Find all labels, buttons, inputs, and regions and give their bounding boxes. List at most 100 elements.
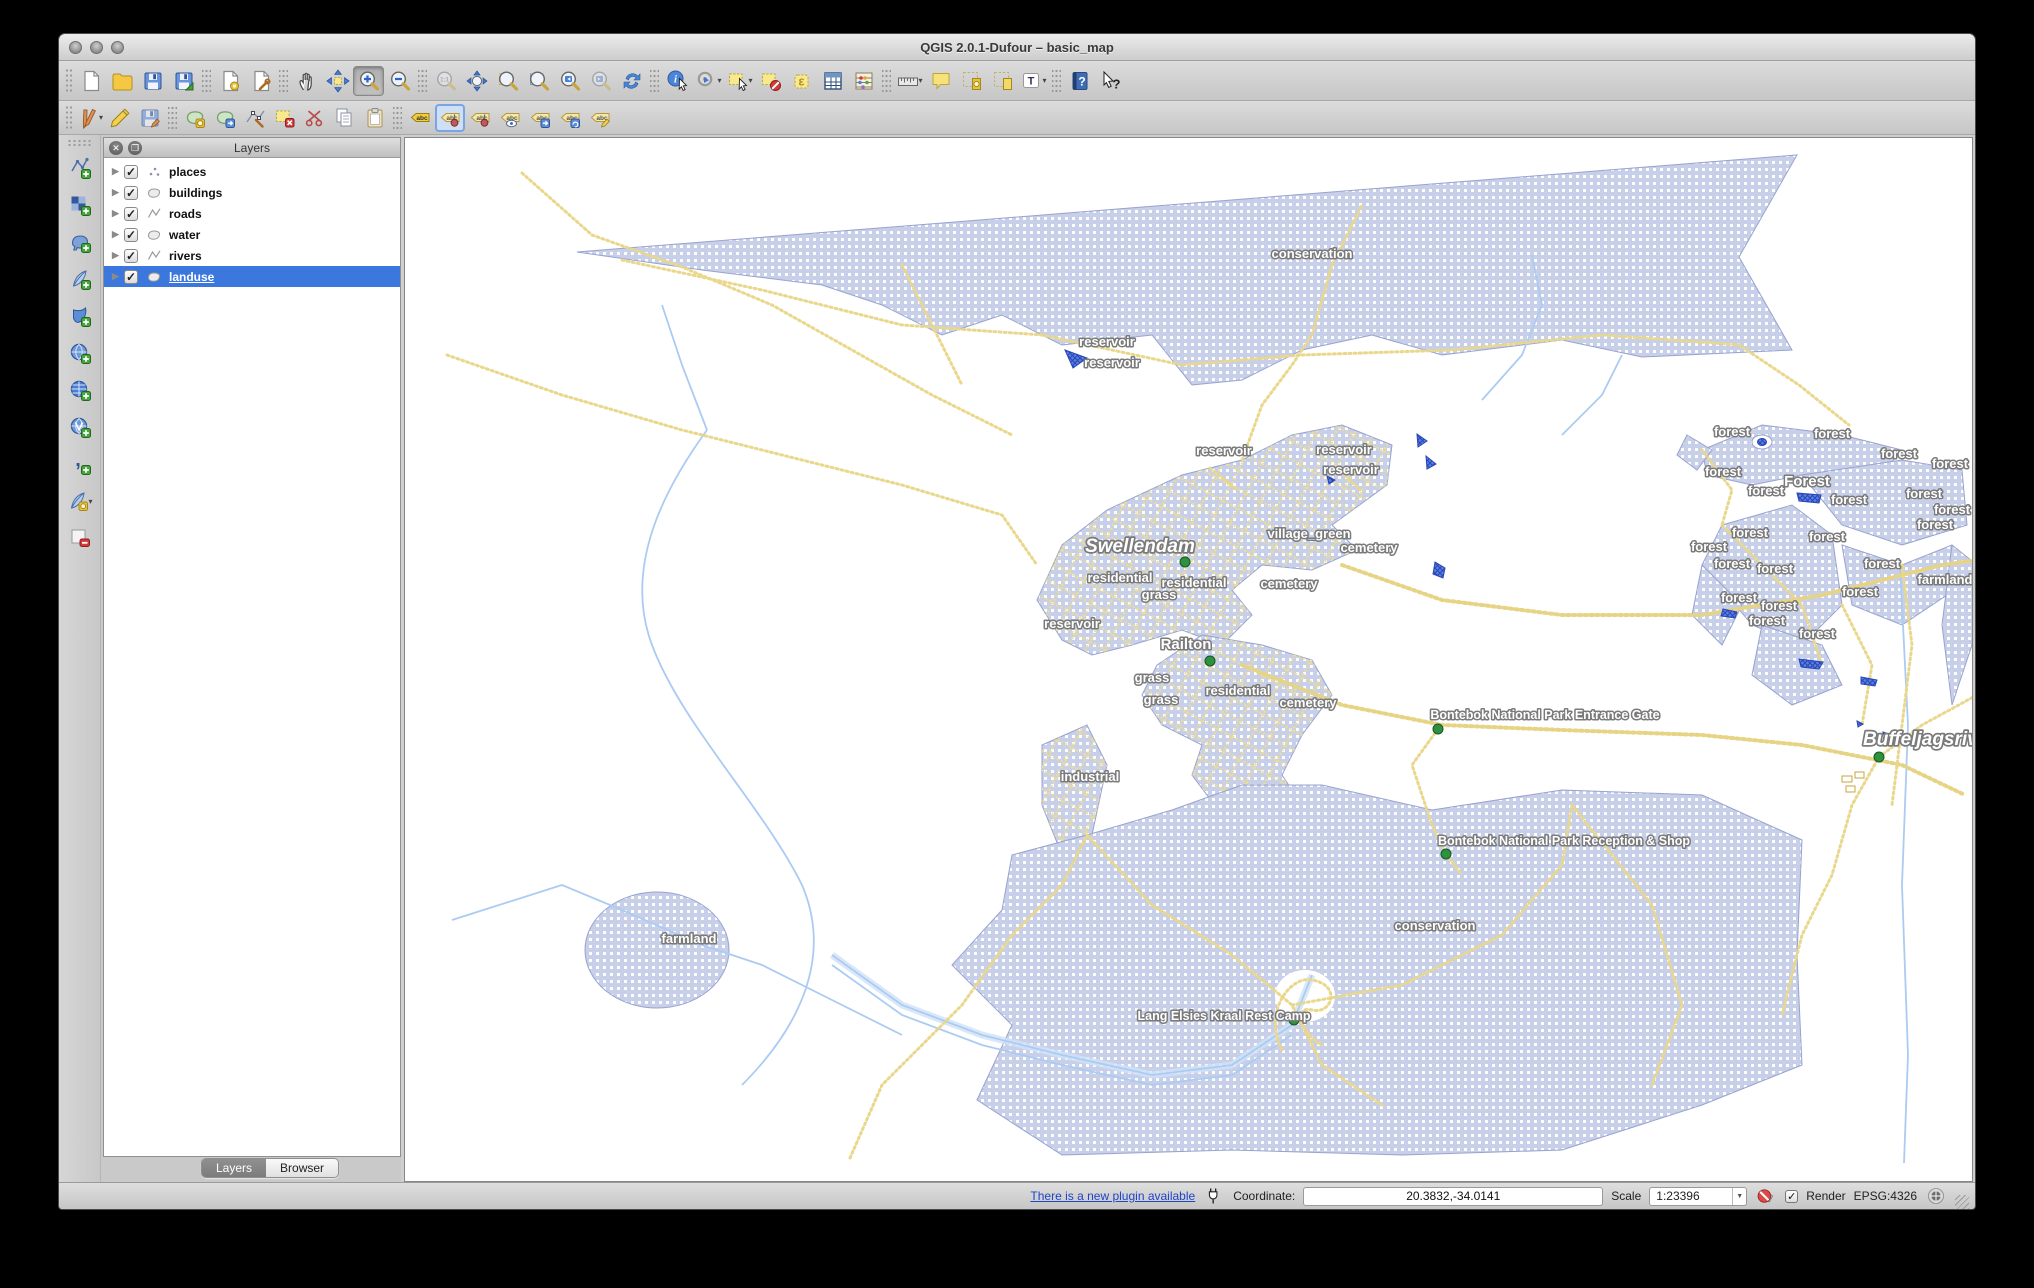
zoom-full-extent-icon — [465, 69, 488, 92]
expand-icon[interactable]: ▶ — [112, 229, 124, 240]
new-bookmark-button[interactable] — [956, 66, 987, 96]
layer-item-water[interactable]: ▶ ✓ water — [104, 224, 400, 245]
chevron-down-icon[interactable]: ▾ — [717, 76, 721, 85]
render-checkbox[interactable]: ✓ — [1785, 1189, 1799, 1203]
map-canvas[interactable]: conservation reservoir reservoir reservoir r… — [404, 137, 1973, 1182]
add-wms-layer-button[interactable] — [64, 337, 96, 369]
zoom-to-selection-button[interactable] — [492, 66, 523, 96]
move-label-button[interactable]: abc — [525, 104, 555, 132]
save-project-button[interactable] — [137, 66, 168, 96]
highlight-pinned-labels-button[interactable]: abc — [465, 104, 495, 132]
add-spatialite-layer-button[interactable] — [64, 263, 96, 295]
layer-visibility-checkbox[interactable]: ✓ — [124, 185, 138, 200]
expand-icon[interactable]: ▶ — [112, 208, 124, 219]
add-wcs-layer-button[interactable] — [64, 374, 96, 406]
expand-icon[interactable]: ▶ — [112, 187, 124, 198]
whats-this-button[interactable]: ? — [1095, 66, 1126, 96]
cut-features-button[interactable] — [300, 104, 330, 132]
delete-selected-button[interactable] — [270, 104, 300, 132]
save-layer-edits-button[interactable] — [135, 104, 165, 132]
labeling-button[interactable]: abc — [405, 104, 435, 132]
paste-features-button[interactable] — [360, 104, 390, 132]
toolbar-handle[interactable] — [66, 139, 93, 147]
add-wfs-layer-button[interactable] — [64, 411, 96, 443]
zoom-to-layer-button[interactable] — [523, 66, 554, 96]
new-print-composer-button[interactable] — [214, 66, 245, 96]
pin-label-button[interactable]: abc — [435, 103, 465, 132]
chevron-down-icon[interactable]: ▾ — [748, 76, 752, 85]
run-feature-action-button[interactable]: ▾ — [693, 66, 724, 96]
select-features-button[interactable]: ▾ — [724, 66, 755, 96]
composer-manager-button[interactable] — [245, 66, 276, 96]
resize-grip[interactable] — [1955, 1195, 1969, 1209]
zoom-out-button[interactable] — [384, 66, 415, 96]
layer-visibility-checkbox[interactable]: ✓ — [124, 227, 138, 242]
scale-combo[interactable]: 1:23396 ▼ — [1649, 1186, 1748, 1206]
current-edits-button[interactable]: ▾ — [75, 104, 105, 132]
add-raster-layer-button[interactable] — [64, 189, 96, 221]
chevron-down-icon[interactable]: ▼ — [1732, 1187, 1746, 1205]
deselect-features-button[interactable] — [755, 66, 786, 96]
identify-features-button[interactable]: i — [662, 66, 693, 96]
text-annotation-button[interactable]: T ▾ — [1018, 66, 1049, 96]
coordinate-input[interactable] — [1303, 1186, 1604, 1206]
plugin-available-link[interactable]: There is a new plugin available — [1030, 1189, 1195, 1203]
add-delimited-text-layer-button[interactable]: , — [64, 448, 96, 480]
expand-icon[interactable]: ▶ — [112, 271, 124, 282]
move-feature-button[interactable] — [210, 104, 240, 132]
layer-visibility-checkbox[interactable]: ✓ — [124, 164, 138, 179]
layer-item-rivers[interactable]: ▶ ✓ rivers — [104, 245, 400, 266]
stop-render-icon[interactable] — [1755, 1185, 1777, 1207]
zoom-actual-size-button[interactable]: 1:1 — [430, 66, 461, 96]
zoom-full-extent-button[interactable] — [461, 66, 492, 96]
layer-item-places[interactable]: ▶ ✓ places — [104, 161, 400, 182]
layer-item-landuse[interactable]: ▶ ✓ landuse — [104, 266, 400, 287]
pan-map-button[interactable] — [291, 66, 322, 96]
change-label-button[interactable]: abc — [585, 104, 615, 132]
chevron-down-icon[interactable]: ▾ — [918, 76, 922, 85]
remove-layer-button[interactable] — [64, 522, 96, 554]
tab-layers[interactable]: Layers — [202, 1159, 267, 1177]
show-bookmarks-button[interactable] — [987, 66, 1018, 96]
layer-visibility-checkbox[interactable]: ✓ — [124, 269, 138, 284]
copy-features-button[interactable] — [330, 104, 360, 132]
chevron-down-icon[interactable]: ▾ — [88, 497, 92, 506]
chevron-down-icon[interactable]: ▾ — [1042, 76, 1046, 85]
chevron-down-icon[interactable]: ▾ — [99, 113, 103, 122]
open-attribute-table-button[interactable] — [817, 66, 848, 96]
add-postgis-layer-button[interactable] — [64, 226, 96, 258]
zoom-in-button[interactable] — [353, 65, 384, 96]
layer-item-buildings[interactable]: ▶ ✓ buildings — [104, 182, 400, 203]
layer-visibility-checkbox[interactable]: ✓ — [124, 248, 138, 263]
field-calculator-button[interactable] — [848, 66, 879, 96]
new-project-button[interactable] — [75, 66, 106, 96]
expand-icon[interactable]: ▶ — [112, 250, 124, 261]
layer-visibility-checkbox[interactable]: ✓ — [124, 206, 138, 221]
plugin-icon[interactable] — [1203, 1185, 1225, 1207]
open-project-button[interactable] — [106, 66, 137, 96]
toolbar-handle[interactable] — [65, 67, 73, 94]
new-shapefile-layer-button[interactable]: ▾ — [64, 485, 96, 517]
title-bar[interactable]: QGIS 2.0.1-Dufour – basic_map — [59, 34, 1975, 61]
rotate-label-button[interactable]: abc — [555, 104, 585, 132]
show-hide-labels-button[interactable]: abc — [495, 104, 525, 132]
refresh-map-button[interactable] — [616, 66, 647, 96]
zoom-next-button[interactable] — [585, 66, 616, 96]
tab-browser[interactable]: Browser — [266, 1159, 339, 1177]
select-by-expression-button[interactable]: ε — [786, 66, 817, 96]
toggle-editing-button[interactable] — [105, 104, 135, 132]
layer-item-roads[interactable]: ▶ ✓ roads — [104, 203, 400, 224]
add-mssql-layer-button[interactable] — [64, 300, 96, 332]
map-tips-button[interactable] — [925, 66, 956, 96]
node-tool-button[interactable] — [240, 104, 270, 132]
add-vector-layer-button[interactable] — [64, 152, 96, 184]
pan-to-selection-button[interactable] — [322, 66, 353, 96]
measure-line-button[interactable]: ▾ — [894, 66, 925, 96]
expand-icon[interactable]: ▶ — [112, 166, 124, 177]
zoom-last-button[interactable] — [554, 66, 585, 96]
add-feature-button[interactable] — [180, 104, 210, 132]
save-project-as-button[interactable] — [168, 66, 199, 96]
toolbar-handle[interactable] — [65, 104, 73, 131]
crs-status-icon[interactable] — [1925, 1185, 1947, 1207]
help-contents-button[interactable]: ? — [1064, 66, 1095, 96]
